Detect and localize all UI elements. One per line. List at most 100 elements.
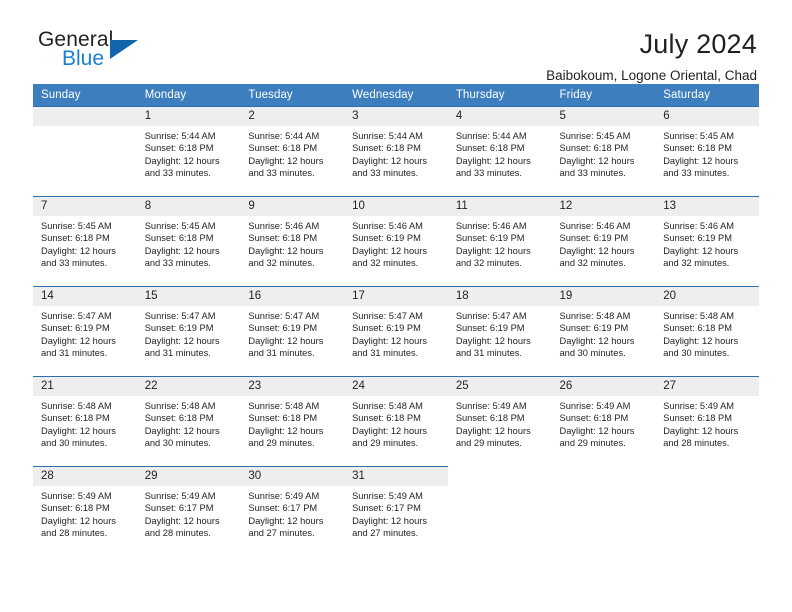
calendar-day-cell[interactable]: 10 Sunrise: 5:46 AM Sunset: 6:19 PM Dayligh… — [344, 196, 448, 287]
day-number: 28 — [33, 467, 137, 486]
calendar-day-cell[interactable]: 1 Sunrise: 5:44 AM Sunset: 6:18 PM Daylight… — [136, 106, 241, 197]
sunset-text: Sunset: 6:18 PM — [663, 143, 732, 154]
title-block: July 2024 Baibokoum, Logone Oriental, Ch… — [546, 28, 759, 86]
day-number: 14 — [33, 287, 137, 306]
sunset-text: Sunset: 6:18 PM — [144, 233, 214, 244]
calendar-day-cell[interactable]: 26 Sunrise: 5:49 AM Sunset: 6:18 PM Dayligh… — [551, 376, 656, 467]
sunrise-text: Sunrise: 5:47 AM — [248, 311, 320, 321]
calendar-day-cell[interactable]: 25 Sunrise: 5:49 AM Sunset: 6:18 PM Dayligh… — [447, 376, 552, 467]
calendar-body: 1 Sunrise: 5:44 AM Sunset: 6:18 PM Daylight… — [33, 106, 759, 557]
calendar-day-cell[interactable]: 16 Sunrise: 5:47 AM Sunset: 6:19 PM Dayligh… — [240, 286, 345, 377]
calendar-week-row: 7 Sunrise: 5:45 AM Sunset: 6:18 PM Daylight… — [33, 196, 759, 287]
calendar-day-cell[interactable]: 5 Sunrise: 5:45 AM Sunset: 6:18 PM Daylight… — [551, 106, 656, 197]
weekday-header-thursday: Thursday — [447, 84, 552, 107]
daylight-text: Daylight: 12 hours and 32 minutes. — [663, 245, 739, 269]
day-number: 23 — [240, 377, 345, 396]
calendar-day-cell[interactable]: 21 Sunrise: 5:48 AM Sunset: 6:18 PM Dayligh… — [33, 376, 137, 467]
sunrise-text: Sunrise: 5:48 AM — [663, 311, 735, 321]
sunset-text: Sunset: 6:18 PM — [559, 143, 629, 154]
calendar-day-cell[interactable]: 8 Sunrise: 5:45 AM Sunset: 6:18 PM Daylight… — [136, 196, 241, 287]
calendar-day-cell[interactable]: 6 Sunrise: 5:45 AM Sunset: 6:18 PM Daylight… — [655, 106, 759, 197]
sunset-text: Sunset: 6:18 PM — [144, 143, 214, 154]
daylight-text: Daylight: 12 hours and 31 minutes. — [41, 335, 116, 359]
day-number: 27 — [655, 377, 759, 396]
sunrise-text: Sunrise: 5:47 AM — [144, 311, 216, 321]
day-number: 21 — [33, 377, 137, 396]
sunrise-text: Sunrise: 5:48 AM — [559, 311, 631, 321]
daylight-text: Daylight: 12 hours and 31 minutes. — [248, 335, 324, 359]
day-details: Sunrise: 5:48 AM Sunset: 6:19 PM Daylight:… — [552, 306, 656, 360]
sunset-text: Sunset: 6:17 PM — [352, 503, 421, 514]
calendar-day-cell[interactable]: 4 Sunrise: 5:44 AM Sunset: 6:18 PM Daylight… — [447, 106, 552, 197]
sunset-text: Sunset: 6:19 PM — [352, 233, 421, 244]
day-number: 11 — [447, 197, 552, 216]
daylight-text: Daylight: 12 hours and 31 minutes. — [144, 335, 220, 359]
sunrise-text: Sunrise: 5:46 AM — [559, 221, 631, 231]
daylight-text: Daylight: 12 hours and 29 minutes. — [455, 425, 531, 449]
logo-triangle-icon — [110, 40, 138, 59]
daylight-text: Daylight: 12 hours and 33 minutes. — [352, 155, 428, 179]
calendar-week-row: 28 Sunrise: 5:49 AM Sunset: 6:18 PM Dayligh… — [33, 466, 759, 557]
daylight-text: Daylight: 12 hours and 30 minutes. — [144, 425, 220, 449]
calendar-day-cell[interactable]: 30 Sunrise: 5:49 AM Sunset: 6:17 PM Dayligh… — [240, 466, 345, 557]
calendar-day-cell[interactable]: 9 Sunrise: 5:46 AM Sunset: 6:18 PM Daylight… — [240, 196, 345, 287]
day-number: 22 — [136, 377, 241, 396]
day-number: 8 — [136, 197, 241, 216]
sunrise-text: Sunrise: 5:44 AM — [352, 131, 423, 141]
daylight-text: Daylight: 12 hours and 33 minutes. — [248, 155, 324, 179]
calendar-day-cell[interactable]: 15 Sunrise: 5:47 AM Sunset: 6:19 PM Dayligh… — [136, 286, 241, 377]
sunset-text: Sunset: 6:19 PM — [248, 323, 318, 334]
calendar-day-cell-empty — [552, 467, 656, 557]
sunset-text: Sunset: 6:19 PM — [455, 233, 525, 244]
calendar-day-cell[interactable]: 20 Sunrise: 5:48 AM Sunset: 6:18 PM Dayligh… — [655, 286, 759, 377]
day-details: Sunrise: 5:49 AM Sunset: 6:17 PM Daylight:… — [240, 486, 344, 540]
sunset-text: Sunset: 6:19 PM — [559, 323, 629, 334]
sunset-text: Sunset: 6:18 PM — [41, 233, 110, 244]
sunrise-text: Sunrise: 5:48 AM — [41, 401, 112, 411]
calendar-day-cell[interactable]: 27 Sunrise: 5:49 AM Sunset: 6:18 PM Dayligh… — [655, 376, 759, 467]
calendar-day-cell[interactable]: 29 Sunrise: 5:49 AM Sunset: 6:17 PM Dayligh… — [136, 466, 241, 557]
calendar-day-cell[interactable]: 19 Sunrise: 5:48 AM Sunset: 6:19 PM Dayligh… — [551, 286, 656, 377]
day-number: 5 — [551, 107, 656, 126]
day-number: 4 — [447, 107, 552, 126]
calendar-day-cell[interactable]: 3 Sunrise: 5:44 AM Sunset: 6:18 PM Daylight… — [344, 106, 448, 197]
sunset-text: Sunset: 6:18 PM — [144, 413, 214, 424]
weekday-header-friday: Friday — [551, 84, 656, 107]
calendar-day-cell[interactable]: 13 Sunrise: 5:46 AM Sunset: 6:19 PM Dayligh… — [655, 196, 759, 287]
calendar-day-cell[interactable]: 18 Sunrise: 5:47 AM Sunset: 6:19 PM Dayligh… — [447, 286, 552, 377]
general-blue-logo: General Blue — [38, 28, 158, 76]
daylight-text: Daylight: 12 hours and 33 minutes. — [559, 155, 635, 179]
sunrise-text: Sunrise: 5:49 AM — [248, 491, 320, 501]
page-subtitle: Baibokoum, Logone Oriental, Chad — [546, 68, 757, 83]
day-details: Sunrise: 5:44 AM Sunset: 6:18 PM Daylight:… — [240, 126, 344, 180]
calendar-day-cell[interactable]: 23 Sunrise: 5:48 AM Sunset: 6:18 PM Dayligh… — [240, 376, 345, 467]
sunset-text: Sunset: 6:18 PM — [41, 503, 110, 514]
day-details: Sunrise: 5:45 AM Sunset: 6:18 PM Daylight:… — [552, 126, 656, 180]
calendar-day-cell[interactable]: 17 Sunrise: 5:47 AM Sunset: 6:19 PM Dayligh… — [344, 286, 448, 377]
daylight-text: Daylight: 12 hours and 31 minutes. — [352, 335, 428, 359]
day-number: 13 — [655, 197, 759, 216]
day-number: 26 — [551, 377, 656, 396]
calendar-day-cell[interactable]: 14 Sunrise: 5:47 AM Sunset: 6:19 PM Dayligh… — [33, 286, 137, 377]
sunrise-text: Sunrise: 5:46 AM — [455, 221, 527, 231]
calendar-day-cell[interactable]: 28 Sunrise: 5:49 AM Sunset: 6:18 PM Dayligh… — [33, 466, 137, 557]
calendar-day-cell[interactable]: 22 Sunrise: 5:48 AM Sunset: 6:18 PM Dayligh… — [136, 376, 241, 467]
calendar-day-cell[interactable]: 31 Sunrise: 5:49 AM Sunset: 6:17 PM Dayligh… — [344, 466, 448, 557]
day-details: Sunrise: 5:47 AM Sunset: 6:19 PM Daylight:… — [33, 306, 137, 360]
calendar-day-cell[interactable]: 11 Sunrise: 5:46 AM Sunset: 6:19 PM Dayligh… — [447, 196, 552, 287]
calendar-day-cell-empty — [655, 467, 759, 557]
calendar-day-cell[interactable]: 7 Sunrise: 5:45 AM Sunset: 6:18 PM Daylight… — [33, 196, 137, 287]
daylight-text: Daylight: 12 hours and 32 minutes. — [455, 245, 531, 269]
day-number: 2 — [240, 107, 345, 126]
sunset-text: Sunset: 6:19 PM — [663, 233, 732, 244]
day-details: Sunrise: 5:49 AM Sunset: 6:17 PM Daylight:… — [137, 486, 241, 540]
calendar-day-cell[interactable]: 24 Sunrise: 5:48 AM Sunset: 6:18 PM Dayligh… — [344, 376, 448, 467]
calendar-day-cell[interactable]: 12 Sunrise: 5:46 AM Sunset: 6:19 PM Dayligh… — [551, 196, 656, 287]
sunset-text: Sunset: 6:18 PM — [248, 233, 318, 244]
day-number: 20 — [655, 287, 759, 306]
calendar-day-cell[interactable]: 2 Sunrise: 5:44 AM Sunset: 6:18 PM Daylight… — [240, 106, 345, 197]
sunrise-text: Sunrise: 5:45 AM — [41, 221, 112, 231]
day-number: 19 — [551, 287, 656, 306]
day-number: 31 — [344, 467, 448, 486]
sunrise-text: Sunrise: 5:47 AM — [352, 311, 423, 321]
